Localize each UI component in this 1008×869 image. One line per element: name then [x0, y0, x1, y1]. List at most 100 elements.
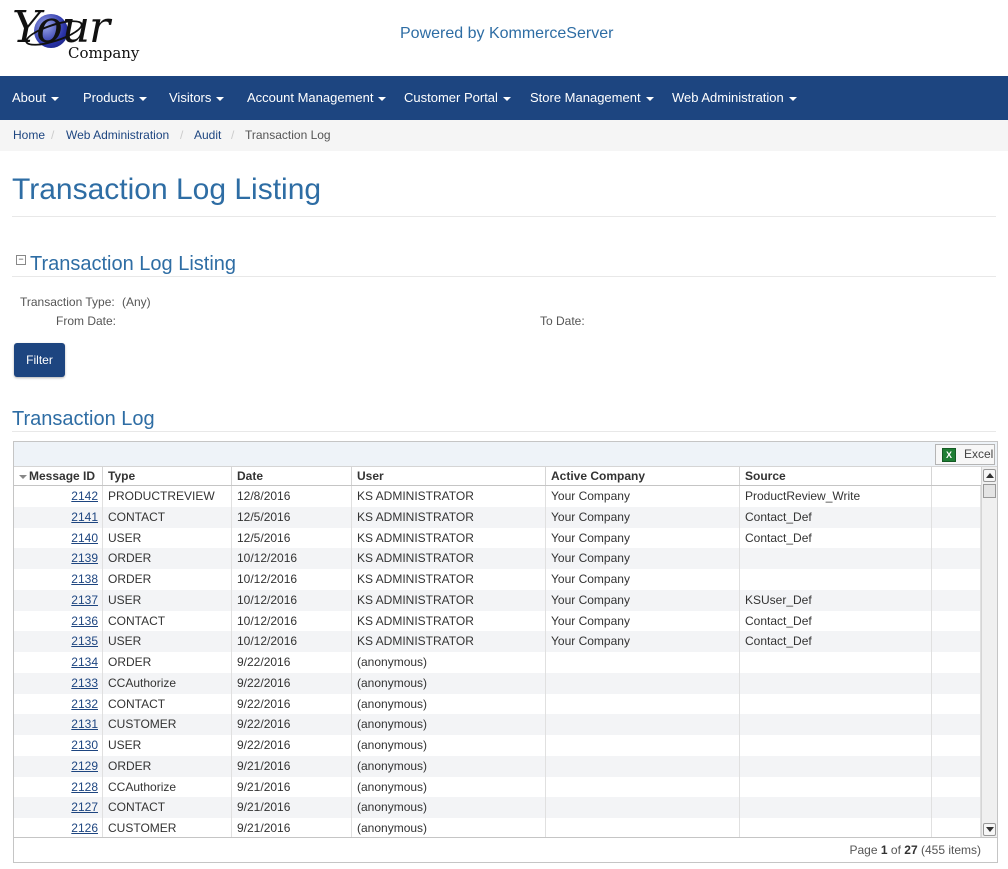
source-cell: Contact_Def: [740, 610, 932, 632]
empty-cell: [932, 755, 981, 777]
source-cell: KSUser_Def: [740, 589, 932, 611]
grid-body: 2142 PRODUCTREVIEW 12/8/2016 KS ADMINISTRAT…: [14, 486, 981, 838]
table-row[interactable]: 2136 CONTACT 10/12/2016 KS ADMINISTRATOR You…: [14, 610, 981, 632]
active-company-cell: Your Company: [546, 569, 740, 590]
table-row[interactable]: 2138 ORDER 10/12/2016 KS ADMINISTRATOR Your …: [14, 569, 981, 590]
table-row[interactable]: 2137 USER 10/12/2016 KS ADMINISTRATOR Your C…: [14, 589, 981, 611]
table-row[interactable]: 2129 ORDER 9/21/2016 (anonymous): [14, 755, 981, 777]
filter-button[interactable]: Filter: [14, 343, 65, 377]
table-row[interactable]: 2141 CONTACT 12/5/2016 KS ADMINISTRATOR Your…: [14, 506, 981, 528]
message-id-link[interactable]: 2137: [71, 593, 98, 607]
message-id-link[interactable]: 2131: [71, 717, 98, 731]
table-row[interactable]: 2135 USER 10/12/2016 KS ADMINISTRATOR Your C…: [14, 631, 981, 652]
nav-account-management[interactable]: Account Management: [247, 76, 387, 120]
message-id-cell: 2133: [14, 672, 103, 694]
message-id-cell: 2128: [14, 776, 103, 798]
message-id-link[interactable]: 2133: [71, 676, 98, 690]
user-cell: KS ADMINISTRATOR: [352, 527, 546, 549]
message-id-cell: 2137: [14, 589, 103, 611]
type-cell: CCAuthorize: [103, 672, 232, 694]
table-row[interactable]: 2131 CUSTOMER 9/22/2016 (anonymous): [14, 714, 981, 735]
message-id-cell: 2138: [14, 569, 103, 590]
table-row[interactable]: 2133 CCAuthorize 9/22/2016 (anonymous): [14, 672, 981, 694]
message-id-link[interactable]: 2141: [71, 510, 98, 524]
nav-products[interactable]: Products: [83, 76, 148, 120]
message-id-link[interactable]: 2130: [71, 738, 98, 752]
breadcrumb-home[interactable]: Home: [13, 120, 45, 151]
pager-info: Page 1 of 27 (455 items): [850, 843, 982, 857]
breadcrumb-current: Transaction Log: [245, 128, 331, 142]
transaction-type-value[interactable]: (Any): [122, 295, 151, 309]
message-id-cell: 2127: [14, 797, 103, 818]
table-row[interactable]: 2134 ORDER 9/22/2016 (anonymous): [14, 652, 981, 673]
table-row[interactable]: 2142 PRODUCTREVIEW 12/8/2016 KS ADMINISTRAT…: [14, 486, 981, 507]
message-id-link[interactable]: 2139: [71, 551, 98, 565]
pager-item-count: (455 items): [920, 843, 981, 857]
table-row[interactable]: 2128 CCAuthorize 9/21/2016 (anonymous): [14, 776, 981, 798]
pager-current-page: 1: [880, 843, 888, 857]
scroll-up-icon[interactable]: [983, 469, 996, 482]
column-header-date[interactable]: Date: [232, 467, 352, 485]
nav-label: Store Management: [530, 90, 641, 105]
message-id-link[interactable]: 2138: [71, 572, 98, 586]
table-row[interactable]: 2139 ORDER 10/12/2016 KS ADMINISTRATOR Your …: [14, 548, 981, 569]
date-cell: 9/21/2016: [232, 776, 352, 798]
nav-web-administration[interactable]: Web Administration: [672, 76, 797, 120]
breadcrumb-separator: /: [231, 128, 235, 142]
message-id-cell: 2134: [14, 652, 103, 673]
message-id-link[interactable]: 2135: [71, 634, 98, 648]
transaction-type-label: Transaction Type:: [20, 295, 115, 309]
date-cell: 9/21/2016: [232, 797, 352, 818]
caret-down-icon: [788, 96, 797, 101]
sort-descending-icon: [19, 474, 27, 479]
table-row[interactable]: 2126 CUSTOMER 9/21/2016 (anonymous): [14, 818, 981, 838]
message-id-link[interactable]: 2134: [71, 655, 98, 669]
message-id-cell: 2132: [14, 693, 103, 715]
message-id-link[interactable]: 2126: [71, 821, 98, 835]
powered-by-text: Powered by KommerceServer: [400, 25, 614, 42]
nav-label: Products: [83, 90, 135, 105]
scroll-down-icon[interactable]: [983, 823, 996, 836]
message-id-link[interactable]: 2128: [71, 780, 98, 794]
nav-about[interactable]: About: [12, 76, 59, 120]
column-header-user[interactable]: User: [352, 467, 546, 485]
table-row[interactable]: 2127 CONTACT 9/21/2016 (anonymous): [14, 797, 981, 818]
empty-cell: [932, 527, 981, 549]
source-cell: [740, 693, 932, 715]
nav-store-management[interactable]: Store Management: [530, 76, 654, 120]
column-header-label: Type: [108, 469, 136, 483]
scroll-thumb[interactable]: [983, 484, 996, 498]
to-date-label: To Date:: [540, 314, 585, 328]
message-id-link[interactable]: 2127: [71, 800, 98, 814]
column-header-type[interactable]: Type: [103, 467, 232, 485]
empty-cell: [932, 506, 981, 528]
message-id-link[interactable]: 2140: [71, 531, 98, 545]
active-company-cell: [546, 672, 740, 694]
table-row[interactable]: 2132 CONTACT 9/22/2016 (anonymous): [14, 693, 981, 715]
type-cell: USER: [103, 527, 232, 549]
user-cell: KS ADMINISTRATOR: [352, 548, 546, 569]
company-logo[interactable]: Your Company: [10, 2, 150, 66]
table-row[interactable]: 2140 USER 12/5/2016 KS ADMINISTRATOR Your Co…: [14, 527, 981, 549]
breadcrumb-audit[interactable]: Audit: [194, 120, 221, 151]
caret-down-icon: [502, 96, 511, 101]
message-id-link[interactable]: 2132: [71, 697, 98, 711]
collapse-icon[interactable]: −: [16, 255, 26, 265]
vertical-scrollbar[interactable]: [981, 467, 997, 838]
column-header-active-company[interactable]: Active Company: [546, 467, 740, 485]
message-id-cell: 2141: [14, 506, 103, 528]
message-id-cell: 2130: [14, 735, 103, 756]
breadcrumb-web-administration[interactable]: Web Administration: [66, 120, 169, 151]
date-cell: 12/8/2016: [232, 486, 352, 507]
table-row[interactable]: 2130 USER 9/22/2016 (anonymous): [14, 735, 981, 756]
transaction-log-title: Transaction Log: [12, 408, 155, 430]
empty-cell: [932, 693, 981, 715]
nav-visitors[interactable]: Visitors: [169, 76, 225, 120]
nav-customer-portal[interactable]: Customer Portal: [404, 76, 511, 120]
excel-export-button[interactable]: X Excel: [935, 444, 995, 465]
message-id-link[interactable]: 2136: [71, 614, 98, 628]
message-id-link[interactable]: 2129: [71, 759, 98, 773]
column-header-message-id[interactable]: Message ID: [14, 467, 103, 485]
column-header-source[interactable]: Source: [740, 467, 932, 485]
message-id-link[interactable]: 2142: [71, 489, 98, 503]
